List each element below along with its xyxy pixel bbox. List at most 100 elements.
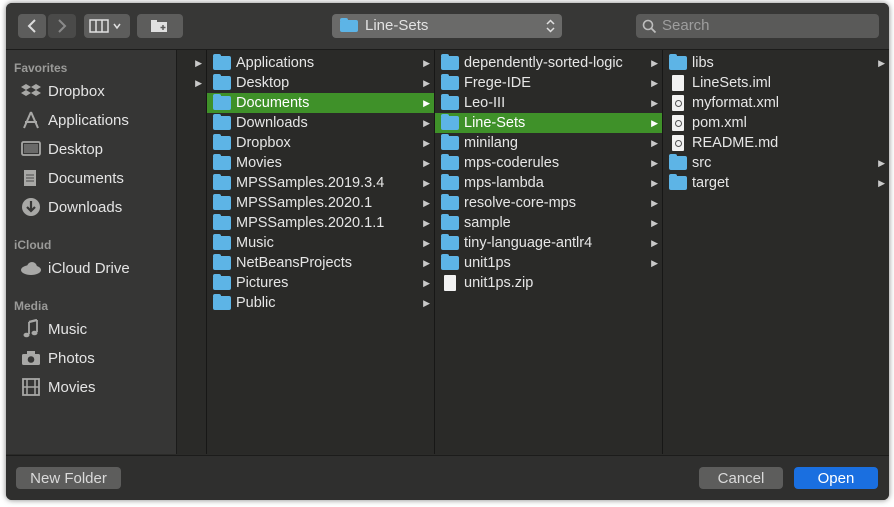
list-item[interactable]: NetBeansProjects ▶ [207, 253, 434, 273]
folder-icon [441, 134, 459, 150]
list-item[interactable]: MPSSamples.2020.1 ▶ [207, 193, 434, 213]
disclosure-arrow-icon: ▶ [651, 197, 658, 208]
folder-icon [441, 174, 459, 190]
film-icon [20, 378, 42, 396]
list-item[interactable]: unit1ps.zip [435, 273, 662, 293]
list-item-label: Applications [236, 55, 315, 71]
folder-icon [213, 94, 231, 110]
folder-icon [669, 174, 687, 190]
camera-icon [20, 349, 42, 367]
list-item-label: README.md [692, 135, 779, 151]
forward-button[interactable] [48, 14, 76, 38]
disclosure-arrow-icon: ▶ [423, 117, 430, 128]
list-item-label: sample [464, 215, 511, 231]
open-button[interactable]: Open [794, 467, 878, 489]
list-item[interactable]: Downloads ▶ [207, 113, 434, 133]
list-item-label: Frege-IDE [464, 75, 531, 91]
new-folder-icon [151, 20, 167, 32]
sidebar-item-label: Dropbox [48, 82, 105, 100]
list-item-label: LineSets.iml [692, 75, 771, 91]
sidebar-item-applications[interactable]: Applications [20, 108, 170, 132]
list-item[interactable]: Movies ▶ [207, 153, 434, 173]
folder-icon [441, 114, 459, 130]
sidebar-item-desktop[interactable]: Desktop [20, 137, 170, 161]
sidebar-item-music[interactable]: Music [20, 317, 170, 341]
sidebar-item-downloads[interactable]: Downloads [20, 195, 170, 219]
desktop-icon [20, 140, 42, 158]
disclosure-arrow-icon: ▶ [423, 97, 430, 108]
list-item[interactable]: Pictures ▶ [207, 273, 434, 293]
disclosure-arrow-icon: ▶ [878, 177, 885, 188]
sidebar-item-icloud-drive[interactable]: iCloud Drive [20, 256, 170, 280]
list-item[interactable]: sample ▶ [435, 213, 662, 233]
list-item-label: mps-lambda [464, 175, 544, 191]
list-item[interactable]: MPSSamples.2019.3.4 ▶ [207, 173, 434, 193]
list-item[interactable]: ▶ [177, 53, 206, 73]
new-folder-button[interactable]: New Folder [16, 467, 121, 489]
list-item[interactable]: Public ▶ [207, 293, 434, 313]
cancel-button[interactable]: Cancel [699, 467, 783, 489]
list-item-selected[interactable]: Documents ▶ [207, 93, 434, 113]
list-item[interactable]: Leo-III ▶ [435, 93, 662, 113]
list-item[interactable]: target ▶ [663, 173, 889, 193]
list-item[interactable]: resolve-core-mps ▶ [435, 193, 662, 213]
list-item[interactable]: Desktop ▶ [207, 73, 434, 93]
sidebar-item-movies[interactable]: Movies [20, 375, 170, 399]
sidebar-item-documents[interactable]: Documents [20, 166, 170, 190]
open-dialog: Line-Sets Search Favorites Dropbox Appli… [6, 3, 889, 500]
chevron-right-icon [58, 19, 67, 33]
disclosure-arrow-icon: ▶ [423, 77, 430, 88]
folder-icon [213, 294, 231, 310]
list-item[interactable]: Music ▶ [207, 233, 434, 253]
list-item-label: mps-coderules [464, 155, 560, 171]
list-item[interactable]: ▶ [177, 73, 206, 93]
folder-icon [669, 154, 687, 170]
disclosure-arrow-icon: ▶ [423, 137, 430, 148]
list-item[interactable]: libs ▶ [663, 53, 889, 73]
list-item[interactable]: dependently-sorted-logic ▶ [435, 53, 662, 73]
list-item[interactable]: MPSSamples.2020.1.1 ▶ [207, 213, 434, 233]
disclosure-arrow-icon: ▶ [651, 177, 658, 188]
disclosure-arrow-icon: ▶ [423, 277, 430, 288]
list-item[interactable]: Frege-IDE ▶ [435, 73, 662, 93]
list-item-label: Downloads [236, 115, 308, 131]
list-item-label: libs [692, 55, 714, 71]
music-icon [20, 319, 42, 338]
list-item[interactable]: myformat.xml [663, 93, 889, 113]
folder-icon [213, 254, 231, 270]
list-item[interactable]: Applications ▶ [207, 53, 434, 73]
list-item-label: unit1ps [464, 255, 511, 271]
folder-icon [441, 94, 459, 110]
folder-icon [213, 114, 231, 130]
list-item[interactable]: Dropbox ▶ [207, 133, 434, 153]
new-folder-toolbar-button[interactable] [137, 14, 183, 38]
sidebar-item-photos[interactable]: Photos [20, 346, 170, 370]
list-item[interactable]: unit1ps ▶ [435, 253, 662, 273]
list-item-label: Movies [236, 155, 282, 171]
sidebar-item-dropbox[interactable]: Dropbox [20, 79, 170, 103]
folder-icon [213, 74, 231, 90]
list-item[interactable]: src ▶ [663, 153, 889, 173]
folder-icon [441, 214, 459, 230]
list-item[interactable]: tiny-language-antlr4 ▶ [435, 233, 662, 253]
list-item-selected[interactable]: Line-Sets ▶ [435, 113, 662, 133]
path-popup[interactable]: Line-Sets [332, 14, 562, 38]
list-item-label: Dropbox [236, 135, 291, 151]
list-item[interactable]: mps-coderules ▶ [435, 153, 662, 173]
disclosure-arrow-icon: ▶ [651, 97, 658, 108]
view-mode-button[interactable] [84, 14, 130, 38]
list-item[interactable]: pom.xml [663, 113, 889, 133]
list-item[interactable]: README.md [663, 133, 889, 153]
list-item-label: NetBeansProjects [236, 255, 353, 271]
list-item-label: Music [236, 235, 274, 251]
back-button[interactable] [18, 14, 46, 38]
browser-column-documents: dependently-sorted-logic ▶ Frege-IDE ▶ Leo… [435, 50, 663, 454]
disclosure-arrow-icon: ▶ [651, 57, 658, 68]
disclosure-arrow-icon: ▶ [423, 297, 430, 308]
list-item[interactable]: minilang ▶ [435, 133, 662, 153]
list-item[interactable]: LineSets.iml [663, 73, 889, 93]
browser-column-line-sets: libs ▶ LineSets.iml myformat.xml pom.xml … [663, 50, 889, 454]
list-item[interactable]: mps-lambda ▶ [435, 173, 662, 193]
search-field[interactable]: Search [636, 14, 879, 38]
cloud-icon [20, 259, 42, 277]
